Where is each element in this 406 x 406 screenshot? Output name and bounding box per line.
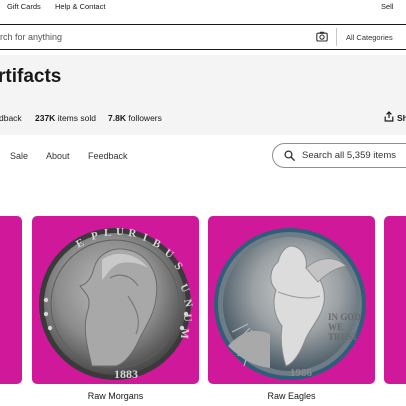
category-select[interactable]: All Categories [346,33,393,42]
category-card-partial-right[interactable] [384,216,406,384]
silver-eagle-coin-image: IN GOD WE TRUST 1986 [214,228,366,380]
followers-count: 7.8K [108,113,126,123]
help-contact-link[interactable]: Help & Contact [55,2,105,11]
svg-text:U: U [181,313,194,322]
items-sold-label: items sold [57,113,96,123]
items-sold-stat: 237K items sold [35,113,96,123]
svg-text:L: L [104,227,111,239]
tab-feedback[interactable]: Feedback [88,151,128,161]
eagle-year: 1986 [290,367,313,379]
search-input[interactable]: rch for anything [0,32,62,42]
category-card-raw-eagles[interactable]: IN GOD WE TRUST 1986 [208,216,375,384]
store-title: rtifacts [0,66,62,87]
category-card-partial-left[interactable] [0,216,22,384]
category-label-raw-morgans[interactable]: Raw Morgans [32,391,199,401]
category-card-raw-morgans[interactable]: E P L U R I B U S U N U M 1883 [32,216,199,384]
tab-sale[interactable]: Sale [10,151,28,161]
gift-cards-link[interactable]: Gift Cards [7,2,41,11]
tab-about[interactable]: About [46,151,70,161]
followers-label: followers [128,113,162,123]
category-label-raw-eagles[interactable]: Raw Eagles [208,391,375,401]
morgan-dollar-coin-image: E P L U R I B U S U N U M 1883 [39,226,195,381]
camera-icon[interactable] [316,31,328,42]
share-button[interactable]: Sh [397,113,406,123]
search-icon[interactable] [284,150,295,161]
search-divider [336,28,337,46]
svg-text:U: U [116,226,124,238]
svg-text:IN GOD: IN GOD [328,312,361,322]
svg-text:N: N [181,298,195,309]
top-utility-bar: Gift Cards Help & Contact Sell [0,0,406,14]
feedback-stat[interactable]: dback [0,113,22,123]
svg-text:TRUST: TRUST [328,332,358,342]
store-search-placeholder: Search all 5,359 items [302,150,396,161]
items-sold-count: 237K [35,113,56,123]
share-icon[interactable] [384,111,394,122]
morgan-year: 1883 [114,367,138,381]
svg-text:WE: WE [328,322,343,332]
sell-link[interactable]: Sell [381,2,394,11]
svg-text:M: M [178,328,191,340]
followers-stat: 7.8K followers [108,113,162,123]
